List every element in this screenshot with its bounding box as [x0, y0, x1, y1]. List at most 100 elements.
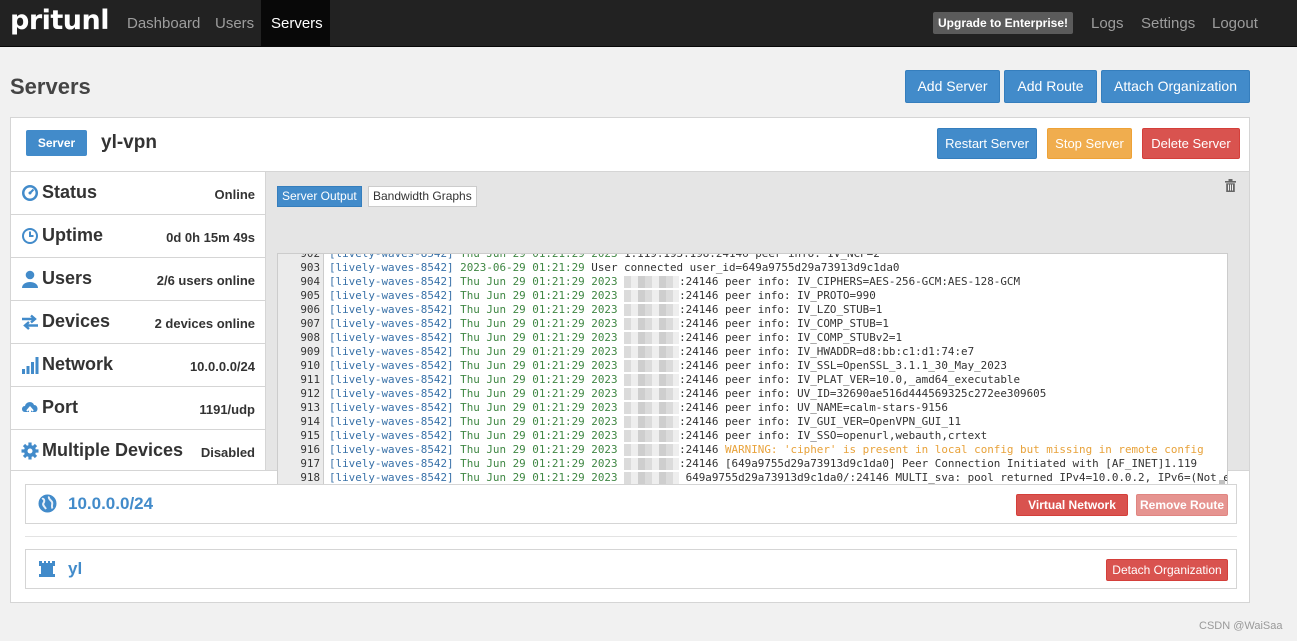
line-number: 904	[300, 275, 320, 288]
stop-server-button[interactable]: Stop Server	[1047, 128, 1132, 159]
line-number: 903	[300, 261, 320, 274]
server-label: Server	[26, 130, 87, 156]
attach-organization-button[interactable]: Attach Organization	[1101, 70, 1250, 103]
signal-bars-icon	[22, 357, 39, 374]
server-output-log[interactable]: 902 [lively-waves-8542] Thu Jun 29 01:21:…	[277, 253, 1228, 515]
devices-value: 2 devices online	[154, 316, 255, 331]
log-text: [lively-waves-8542] Thu Jun 29 01:21:29 …	[329, 359, 1007, 372]
line-number: 915	[300, 429, 320, 442]
redacted-ip	[624, 290, 680, 302]
stat-multiple-devices: Multiple Devices Disabled	[11, 430, 265, 470]
log-line: 906 [lively-waves-8542] Thu Jun 29 01:21:…	[278, 303, 1218, 317]
line-number: 902	[300, 253, 320, 260]
line-number: 906	[300, 303, 320, 316]
nav-logs[interactable]: Logs	[1081, 0, 1134, 47]
redacted-ip	[624, 276, 680, 288]
log-text: [lively-waves-8542] 2023-06-29 01:21:29 …	[329, 261, 900, 274]
multiple-devices-value: Disabled	[200, 445, 255, 460]
log-line: 911 [lively-waves-8542] Thu Jun 29 01:21:…	[278, 373, 1218, 387]
line-number: 913	[300, 401, 320, 414]
line-number: 916	[300, 443, 320, 456]
detach-organization-button[interactable]: Detach Organization	[1106, 559, 1228, 581]
log-line: 915 [lively-waves-8542] Thu Jun 29 01:21:…	[278, 429, 1218, 443]
line-number: 911	[300, 373, 320, 386]
log-text: [lively-waves-8542] Thu Jun 29 01:21:29 …	[329, 415, 962, 428]
log-line: 912 [lively-waves-8542] Thu Jun 29 01:21:…	[278, 387, 1218, 401]
line-number: 914	[300, 415, 320, 428]
network-value: 10.0.0.0/24	[189, 359, 255, 374]
server-panel: Server yl-vpn Restart Server Stop Server…	[10, 117, 1250, 603]
port-value: 1191/udp	[199, 402, 255, 417]
log-text: [lively-waves-8542] Thu Jun 29 01:21:29 …	[329, 429, 988, 442]
redacted-ip	[624, 304, 680, 316]
page-title: Servers	[10, 74, 91, 99]
delete-server-button[interactable]: Delete Server	[1142, 128, 1240, 159]
server-status-area: Status Online Uptime 0d 0h 15m 49s Users…	[11, 171, 1249, 515]
users-value: 2/6 users online	[156, 273, 255, 288]
redacted-ip	[624, 416, 680, 428]
globe-icon	[38, 494, 57, 513]
line-number: 910	[300, 359, 320, 372]
redacted-ip	[624, 430, 680, 442]
log-line: 913 [lively-waves-8542] Thu Jun 29 01:21:…	[278, 401, 1218, 415]
organization-item: yl Detach Organization	[25, 549, 1237, 589]
redacted-ip	[624, 444, 680, 456]
log-line: 918 [lively-waves-8542] Thu Jun 29 01:21:…	[278, 471, 1227, 485]
route-item: 10.0.0.0/24 Virtual Network Remove Route	[25, 484, 1237, 524]
redacted-ip	[624, 346, 680, 358]
log-line: 908 [lively-waves-8542] Thu Jun 29 01:21:…	[278, 331, 1218, 345]
remove-route-button[interactable]: Remove Route	[1136, 494, 1228, 516]
status-gauge-icon	[22, 185, 38, 201]
redacted-ip	[624, 360, 680, 372]
log-line: 907 [lively-waves-8542] Thu Jun 29 01:21:…	[278, 317, 1218, 331]
trash-icon[interactable]	[1225, 179, 1236, 192]
log-line: 903 [lively-waves-8542] 2023-06-29 01:21:…	[278, 261, 1218, 275]
nav-users[interactable]: Users	[205, 0, 264, 47]
brand-logo[interactable]: pritunl	[10, 5, 110, 36]
redacted-ip	[624, 374, 680, 386]
line-number: 917	[300, 457, 320, 470]
clock-icon	[22, 228, 38, 244]
virtual-network-button[interactable]: Virtual Network	[1016, 494, 1128, 516]
stat-status: Status Online	[11, 172, 265, 215]
log-line: 916 [lively-waves-8542] Thu Jun 29 01:21:…	[278, 443, 1218, 457]
server-name: yl-vpn	[101, 132, 157, 153]
redacted-ip	[624, 458, 680, 470]
log-text: [lively-waves-8542] Thu Jun 29 01:21:29 …	[329, 331, 903, 344]
add-route-button[interactable]: Add Route	[1004, 70, 1097, 103]
nav-dashboard[interactable]: Dashboard	[117, 0, 210, 47]
tab-bandwidth-graphs[interactable]: Bandwidth Graphs	[368, 186, 477, 207]
tab-server-output[interactable]: Server Output	[277, 186, 362, 207]
stat-uptime: Uptime 0d 0h 15m 49s	[11, 215, 265, 258]
organization-name: yl	[68, 559, 83, 578]
line-number: 918	[300, 471, 320, 484]
line-number: 907	[300, 317, 320, 330]
log-text: [lively-waves-8542] Thu Jun 29 01:21:29 …	[329, 387, 1047, 400]
log-line: 917 [lively-waves-8542] Thu Jun 29 01:21:…	[278, 457, 1218, 471]
redacted-ip	[624, 388, 680, 400]
stat-devices: Devices 2 devices online	[11, 301, 265, 344]
log-text: [lively-waves-8542] Thu Jun 29 01:21:29 …	[329, 443, 1204, 456]
nav-logout[interactable]: Logout	[1202, 0, 1268, 47]
add-server-button[interactable]: Add Server	[905, 70, 1000, 103]
log-text: [lively-waves-8542] Thu Jun 29 01:21:29 …	[329, 303, 883, 316]
redacted-ip	[624, 332, 680, 344]
log-text: [lively-waves-8542] Thu Jun 29 01:21:29 …	[329, 401, 948, 414]
redacted-ip	[624, 402, 680, 414]
line-number: 905	[300, 289, 320, 302]
status-value: Online	[214, 187, 255, 202]
upgrade-enterprise-button[interactable]: Upgrade to Enterprise!	[933, 12, 1074, 34]
log-line: 905 [lively-waves-8542] Thu Jun 29 01:21:…	[278, 289, 1218, 303]
nav-settings[interactable]: Settings	[1131, 0, 1205, 47]
line-number: 912	[300, 387, 320, 400]
uptime-value: 0d 0h 15m 49s	[166, 230, 255, 245]
log-text: [lively-waves-8542] Thu Jun 29 01:21:29 …	[329, 373, 1021, 386]
restart-server-button[interactable]: Restart Server	[937, 128, 1037, 159]
stat-users: Users 2/6 users online	[11, 258, 265, 301]
log-text: [lively-waves-8542] Thu Jun 29 01:21:29 …	[329, 345, 975, 358]
cloud-upload-icon	[22, 402, 38, 417]
log-text: [lively-waves-8542] Thu Jun 29 01:21:29 …	[329, 457, 1198, 470]
nav-servers[interactable]: Servers	[261, 0, 330, 47]
watermark: CSDN @WaiSaa	[1199, 620, 1283, 632]
line-number: 908	[300, 331, 320, 344]
